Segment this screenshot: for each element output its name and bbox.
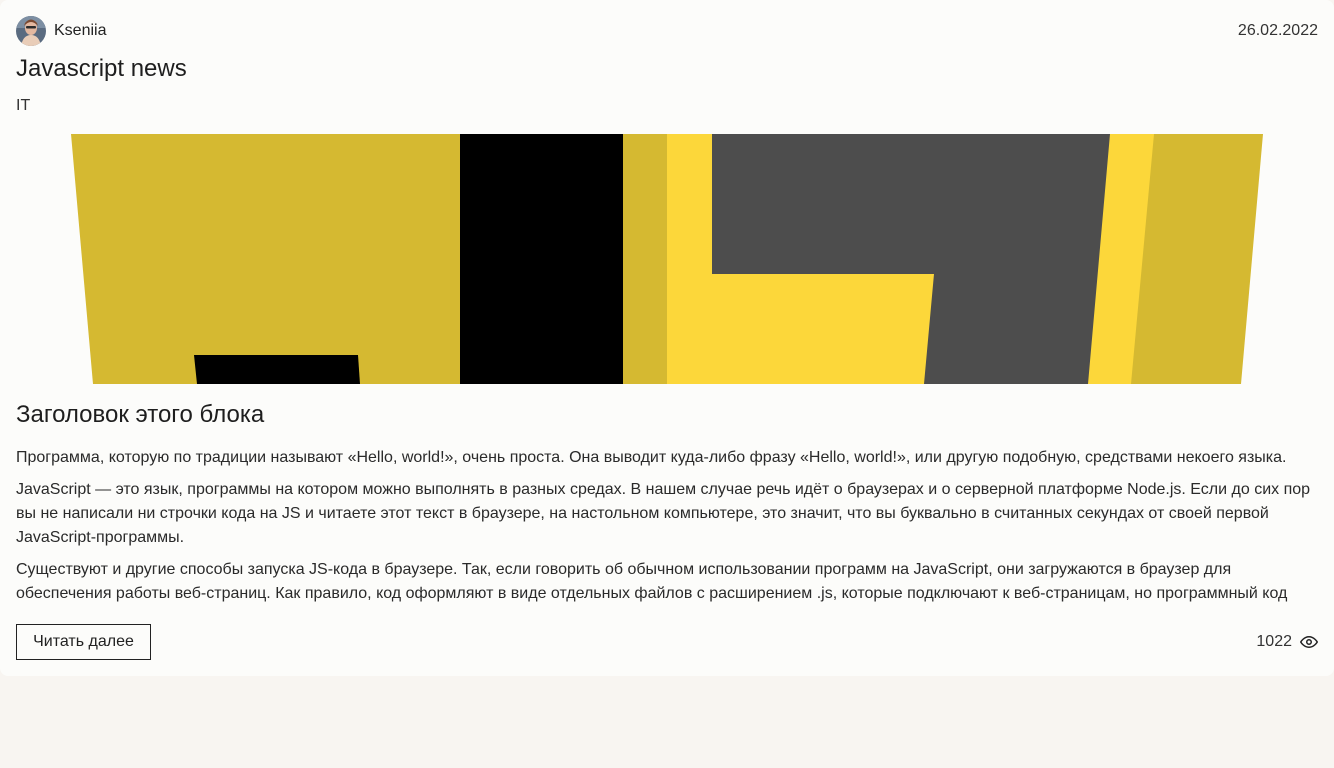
author[interactable]: Kseniia — [16, 16, 106, 46]
post-date: 26.02.2022 — [1237, 22, 1318, 39]
paragraph: Существуют и другие способы запуска JS-к… — [16, 561, 1288, 602]
post-header: Kseniia 26.02.2022 — [16, 16, 1318, 46]
author-name[interactable]: Kseniia — [54, 22, 106, 40]
read-more-button[interactable]: Читать далее — [16, 624, 151, 660]
eye-icon — [1300, 636, 1318, 648]
post-body: Программа, которую по традиции называют … — [16, 446, 1318, 606]
banner-image — [0, 134, 1334, 384]
block-title: Заголовок этого блока — [16, 401, 265, 428]
paragraph: JavaScript — это язык, программы на кото… — [16, 481, 1311, 546]
paragraph: Программа, которую по традиции называют … — [16, 449, 1287, 466]
views-count: 1022 — [1256, 633, 1292, 650]
category-label[interactable]: IT — [16, 97, 30, 115]
views-counter: 1022 — [1256, 630, 1318, 654]
post-title[interactable]: Javascript news — [16, 55, 187, 83]
avatar[interactable] — [16, 16, 46, 46]
post-card: Kseniia 26.02.2022 Javascript news IT За… — [0, 0, 1334, 676]
